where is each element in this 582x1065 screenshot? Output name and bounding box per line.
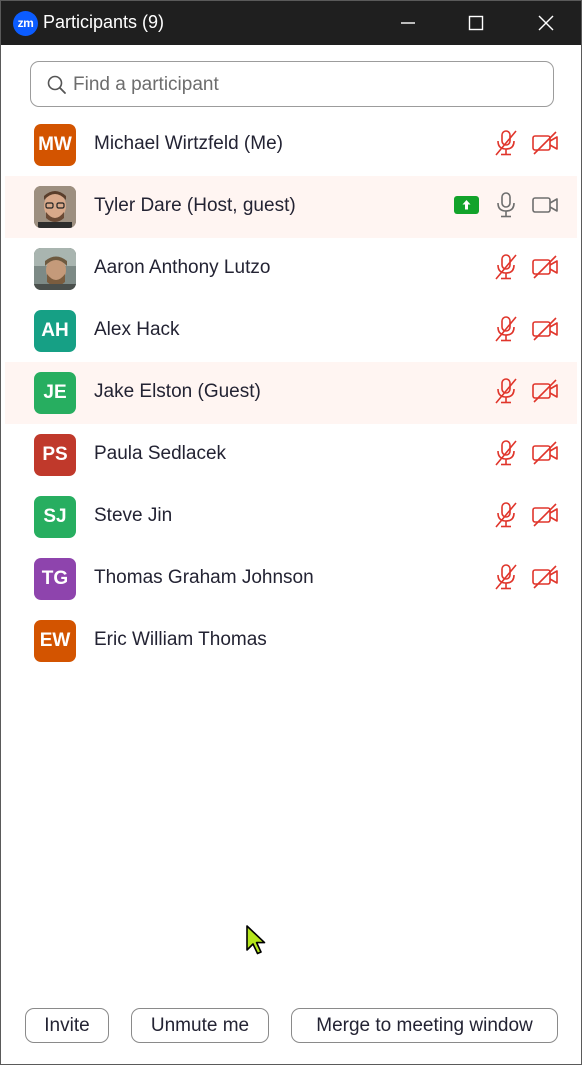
mic-muted-icon[interactable] [493,253,519,286]
participant-row[interactable]: EW Eric William Thomas [5,610,577,672]
maximize-icon [468,15,484,31]
avatar: JE [34,372,76,414]
mic-icon[interactable] [493,191,519,224]
video-off-icon[interactable] [531,316,559,347]
avatar: EW [34,620,76,662]
mic-muted-icon[interactable] [493,377,519,410]
avatar [34,248,76,290]
close-button[interactable] [511,1,581,45]
participants-window: zm Participants (9) MW Michael Wirtzfeld … [0,0,582,1065]
video-off-icon[interactable] [531,130,559,161]
title-bar[interactable]: zm Participants (9) [1,1,581,45]
participant-status-icons [493,129,559,162]
participant-name: Alex Hack [94,319,180,340]
avatar: SJ [34,496,76,538]
video-off-icon[interactable] [531,502,559,533]
invite-button[interactable]: Invite [25,1008,109,1043]
participant-name: Michael Wirtzfeld (Me) [94,133,283,154]
participant-row[interactable]: SJ Steve Jin [5,486,577,548]
participant-row[interactable]: JE Jake Elston (Guest) [5,362,577,424]
video-off-icon[interactable] [531,254,559,285]
participant-status-icons [493,563,559,596]
participant-row[interactable]: AH Alex Hack [5,300,577,362]
video-icon[interactable] [531,192,559,223]
participant-name: Aaron Anthony Lutzo [94,257,271,278]
avatar: PS [34,434,76,476]
zoom-logo-icon: zm [13,11,38,36]
close-icon [538,15,554,31]
participant-name: Thomas Graham Johnson [94,567,314,588]
participant-status-icons [493,439,559,472]
participant-status-icons [493,501,559,534]
avatar: MW [34,124,76,166]
participant-name: Jake Elston (Guest) [94,381,261,402]
participant-row[interactable]: MW Michael Wirtzfeld (Me) [5,114,577,176]
maximize-button[interactable] [441,1,511,45]
window-title: Participants (9) [43,12,165,32]
video-off-icon[interactable] [531,440,559,471]
mic-muted-icon[interactable] [493,439,519,472]
minimize-button[interactable] [373,1,443,45]
participant-row[interactable]: Aaron Anthony Lutzo [5,238,577,300]
minimize-icon [401,22,415,24]
video-off-icon[interactable] [531,564,559,595]
avatar [34,186,76,228]
participant-name: Steve Jin [94,505,173,526]
participant-name: Eric William Thomas [94,629,267,650]
avatar: TG [34,558,76,600]
search-box[interactable] [30,61,554,107]
participant-row[interactable]: Tyler Dare (Host, guest) [5,176,577,238]
participant-status-icons [454,191,559,224]
search-icon [47,75,66,94]
participant-row[interactable]: TG Thomas Graham Johnson [5,548,577,610]
mic-muted-icon[interactable] [493,315,519,348]
mic-muted-icon[interactable] [493,563,519,596]
mic-muted-icon[interactable] [493,129,519,162]
participant-name: Paula Sedlacek [94,443,227,464]
avatar: AH [34,310,76,352]
mouse-cursor-icon [246,925,266,955]
participant-row[interactable]: PS Paula Sedlacek [5,424,577,486]
search-input[interactable] [71,70,545,100]
video-off-icon[interactable] [531,378,559,409]
participant-status-icons [493,315,559,348]
merge-to-meeting-window-button[interactable]: Merge to meeting window [291,1008,558,1043]
mic-muted-icon[interactable] [493,501,519,534]
participant-list: MW Michael Wirtzfeld (Me) Tyler Dare (Host… [5,114,577,672]
unmute-me-button[interactable]: Unmute me [131,1008,269,1043]
participant-status-icons [493,253,559,286]
participant-status-icons [493,377,559,410]
screen-share-icon [454,195,479,219]
participant-name: Tyler Dare (Host, guest) [94,195,296,216]
